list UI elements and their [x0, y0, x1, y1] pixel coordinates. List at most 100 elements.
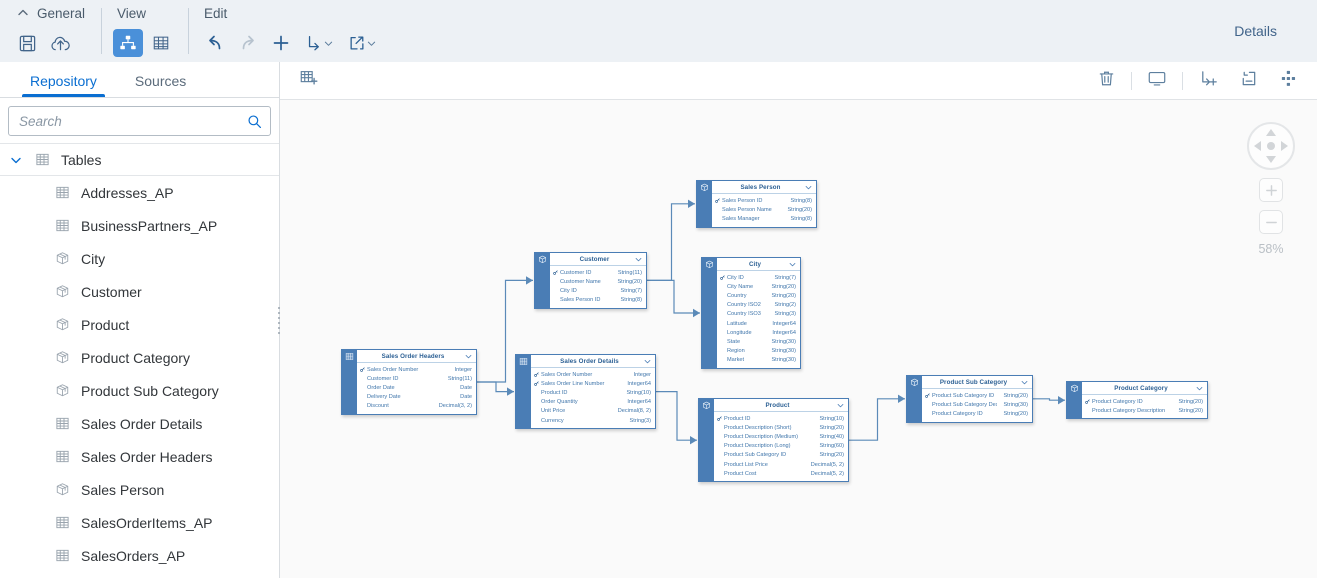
chevron-down-icon[interactable]	[789, 261, 796, 268]
tree-item-salesorderitems-ap[interactable]: SalesOrderItems_AP	[0, 506, 279, 539]
entity-column-row[interactable]: Product Cost Decimal(5, 2)	[714, 469, 848, 478]
entity-column-row[interactable]: City ID String(7)	[717, 273, 800, 282]
entity-column-row[interactable]: Currency String(3)	[531, 416, 655, 425]
search-input[interactable]	[17, 112, 247, 130]
details-button[interactable]: Details	[1224, 17, 1287, 45]
chevron-down-icon[interactable]	[465, 353, 472, 360]
chevron-down-icon[interactable]	[837, 402, 844, 409]
entity-node-header[interactable]: Product Sub Category	[922, 376, 1032, 389]
entity-column-row[interactable]: Latitude Integer64	[717, 319, 800, 328]
tree-item-salesorders-ap[interactable]: SalesOrders_AP	[0, 539, 279, 572]
entity-column-row[interactable]: Product Sub Category ID String(20)	[714, 451, 848, 460]
entity-column-row[interactable]: Customer Name String(20)	[550, 277, 646, 286]
entity-column-row[interactable]: Sales Person ID String(8)	[712, 196, 816, 205]
fit-screen-button[interactable]	[1142, 67, 1172, 95]
entity-column-row[interactable]: Sales Person ID String(8)	[550, 296, 646, 305]
entity-column-row[interactable]: City ID String(7)	[550, 286, 646, 295]
search-icon[interactable]	[247, 114, 262, 129]
entity-column-row[interactable]: Sales Person Name String(20)	[712, 205, 816, 214]
chevron-down-icon[interactable]	[10, 154, 24, 166]
tree-item-product[interactable]: Product	[0, 308, 279, 341]
entity-node-header[interactable]: City	[717, 258, 800, 271]
entity-column-row[interactable]: Product Description (Long) String(60)	[714, 442, 848, 451]
entity-column-row[interactable]: Order Date Date	[357, 383, 476, 392]
chevron-down-icon[interactable]	[805, 184, 812, 191]
tree-item-product-category[interactable]: Product Category	[0, 341, 279, 374]
entity-node-header[interactable]: Customer	[550, 253, 646, 266]
deploy-button[interactable]	[45, 29, 75, 57]
entity-node-product-sub-category[interactable]: Product Sub Category Product Sub Category…	[906, 375, 1033, 423]
search-box[interactable]	[8, 106, 271, 136]
zoom-out-button[interactable]	[1259, 210, 1283, 234]
entity-column-row[interactable]: Product Sub Category ID String(20)	[922, 391, 1032, 400]
entity-column-row[interactable]: City Name String(20)	[717, 282, 800, 291]
entity-node-header[interactable]: Product Category	[1082, 382, 1207, 395]
redo-button[interactable]	[233, 29, 263, 57]
entity-column-row[interactable]: Unit Price Decimal(8, 2)	[531, 407, 655, 416]
entity-node-city[interactable]: City City ID String(7) City Name String(20) C…	[701, 257, 801, 369]
chevron-down-icon[interactable]	[1196, 385, 1203, 392]
entity-node-sales-order-details[interactable]: Sales Order Details Sales Order Number Int…	[515, 354, 656, 430]
entity-column-row[interactable]: Region String(30)	[717, 347, 800, 356]
diagram-view-button[interactable]	[113, 29, 144, 57]
entity-column-row[interactable]: State String(30)	[717, 337, 800, 346]
entity-column-row[interactable]: Customer ID String(11)	[550, 268, 646, 277]
pan-right-arrow[interactable]	[1281, 141, 1288, 151]
tree-item-customer[interactable]: Customer	[0, 275, 279, 308]
tree-item-sales-order-details[interactable]: Sales Order Details	[0, 407, 279, 440]
entity-column-row[interactable]: Customer ID String(11)	[357, 374, 476, 383]
delete-button[interactable]	[1091, 67, 1121, 95]
entity-node-header[interactable]: Product	[714, 399, 848, 412]
entity-column-row[interactable]: Country ISO3 String(3)	[717, 310, 800, 319]
entity-column-row[interactable]: Sales Order Number Integer	[531, 370, 655, 379]
entity-node-product-category[interactable]: Product Category Product Category ID Strin…	[1066, 381, 1208, 420]
entity-column-row[interactable]: Country ISO2 String(2)	[717, 301, 800, 310]
entity-node-header[interactable]: Sales Order Headers	[357, 350, 476, 363]
entity-column-row[interactable]: Sales Order Line Number Integer64	[531, 379, 655, 388]
entity-column-row[interactable]: Longitude Integer64	[717, 328, 800, 337]
entity-column-row[interactable]: Order Quantity Integer64	[531, 398, 655, 407]
entity-node-header[interactable]: Sales Person	[712, 181, 816, 194]
diagram-canvas[interactable]: Sales Person Sales Person ID String(8) Sale…	[280, 100, 1317, 578]
entity-column-row[interactable]: Sales Order Number Integer	[357, 365, 476, 374]
entity-column-row[interactable]: Product Category ID String(20)	[922, 409, 1032, 418]
entity-node-customer[interactable]: Customer Customer ID String(11) Customer Na…	[534, 252, 647, 309]
collapse-all-button[interactable]	[1233, 67, 1263, 95]
entity-column-row[interactable]: Product Category ID String(20)	[1082, 397, 1207, 406]
auto-layout-button[interactable]	[1273, 67, 1303, 95]
save-button[interactable]	[12, 29, 42, 57]
chevron-down-icon[interactable]	[1021, 379, 1028, 386]
tab-sources[interactable]: Sources	[119, 67, 202, 97]
tree-item-product-sub-category[interactable]: Product Sub Category	[0, 374, 279, 407]
entity-node-sales-person[interactable]: Sales Person Sales Person ID String(8) Sale…	[696, 180, 817, 228]
undo-button[interactable]	[200, 29, 230, 57]
entity-node-product[interactable]: Product Product ID String(10) Product Descr…	[698, 398, 849, 483]
add-button[interactable]	[266, 29, 296, 57]
tree-item-addresses-ap[interactable]: Addresses_AP	[0, 176, 279, 209]
tree-item-sales-person[interactable]: Sales Person	[0, 473, 279, 506]
import-button[interactable]	[299, 29, 339, 57]
entity-column-row[interactable]: Product Category Description String(20)	[1082, 406, 1207, 415]
pan-disc-icon[interactable]	[1247, 122, 1295, 170]
entity-column-row[interactable]: Product Sub Category Descr. String(30)	[922, 400, 1032, 409]
entity-column-row[interactable]: Country String(20)	[717, 291, 800, 300]
pan-up-arrow[interactable]	[1266, 129, 1276, 136]
entity-column-row[interactable]: Market String(30)	[717, 356, 800, 365]
entity-column-row[interactable]: Sales Manager String(8)	[712, 214, 816, 223]
pan-down-arrow[interactable]	[1266, 156, 1276, 163]
add-table-button[interactable]	[294, 67, 324, 95]
tab-repository[interactable]: Repository	[14, 67, 113, 97]
entity-column-row[interactable]: Product ID String(10)	[531, 388, 655, 397]
expand-all-button[interactable]	[1193, 67, 1223, 95]
pan-left-arrow[interactable]	[1254, 141, 1261, 151]
table-view-button[interactable]	[146, 29, 176, 57]
tree-item-city[interactable]: City	[0, 242, 279, 275]
sidebar-splitter[interactable]	[275, 62, 283, 578]
chevron-down-icon[interactable]	[644, 358, 651, 365]
entity-node-header[interactable]: Sales Order Details	[531, 355, 655, 368]
entity-column-row[interactable]: Product List Price Decimal(5, 2)	[714, 460, 848, 469]
chevron-down-icon[interactable]	[635, 256, 642, 263]
entity-column-row[interactable]: Product Description (Short) String(20)	[714, 423, 848, 432]
chevron-up-icon[interactable]	[16, 6, 30, 20]
export-button[interactable]	[342, 29, 382, 57]
